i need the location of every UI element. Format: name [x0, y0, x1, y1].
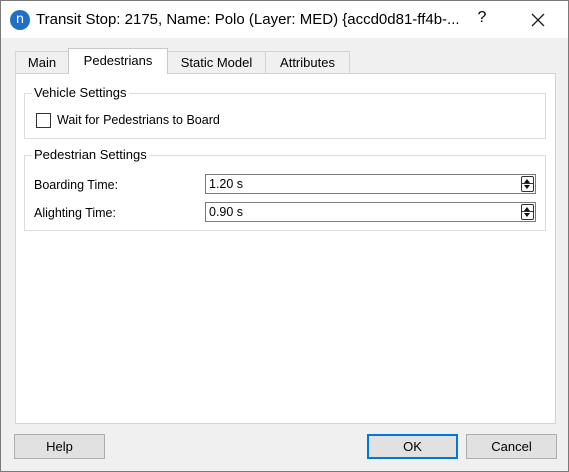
tab-panel-pedestrians: Vehicle Settings Wait for Pedestrians to… — [15, 73, 556, 424]
help-question-button[interactable]: ? — [474, 9, 490, 27]
pedestrian-settings-title: Pedestrian Settings — [32, 147, 149, 162]
vehicle-settings-group: Vehicle Settings Wait for Pedestrians to… — [24, 85, 546, 139]
tab-static-model-label: Static Model — [180, 55, 253, 70]
alighting-time-value: 0.90 s — [209, 205, 244, 219]
tab-main-label: Main — [27, 55, 57, 70]
app-logo-icon: n — [10, 10, 30, 30]
boarding-time-value: 1.20 s — [209, 177, 244, 191]
tab-static-model[interactable]: Static Model — [167, 51, 266, 73]
tab-pedestrians-label: Pedestrians — [83, 53, 153, 68]
tab-attributes[interactable]: Attributes — [265, 51, 350, 73]
alighting-time-stepper-icon[interactable] — [521, 204, 534, 220]
boarding-time-spinbox[interactable]: 1.20 s — [205, 174, 536, 194]
tab-attributes-label: Attributes — [280, 55, 335, 70]
boarding-time-label: Boarding Time: — [34, 178, 119, 192]
boarding-time-stepper-icon[interactable] — [521, 176, 534, 192]
pedestrian-settings-group: Pedestrian Settings Boarding Time: 1.20 … — [24, 147, 546, 231]
tab-pedestrians[interactable]: Pedestrians — [68, 48, 168, 74]
window-title: Transit Stop: 2175, Name: Polo (Layer: M… — [36, 11, 460, 28]
alighting-time-spinbox[interactable]: 0.90 s — [205, 202, 536, 222]
cancel-button[interactable]: Cancel — [466, 434, 557, 459]
title-bar: n Transit Stop: 2175, Name: Polo (Layer:… — [1, 1, 568, 38]
wait-for-pedestrians-label: Wait for Pedestrians to Board — [57, 113, 220, 127]
vehicle-settings-title: Vehicle Settings — [32, 85, 129, 100]
ok-button[interactable]: OK — [367, 434, 458, 459]
help-button[interactable]: Help — [14, 434, 105, 459]
dialog-window: n Transit Stop: 2175, Name: Polo (Layer:… — [0, 0, 569, 472]
alighting-time-label: Alighting Time: — [34, 206, 116, 220]
close-icon[interactable] — [528, 10, 548, 30]
tab-main[interactable]: Main — [15, 51, 69, 73]
wait-for-pedestrians-checkbox[interactable] — [36, 113, 51, 128]
